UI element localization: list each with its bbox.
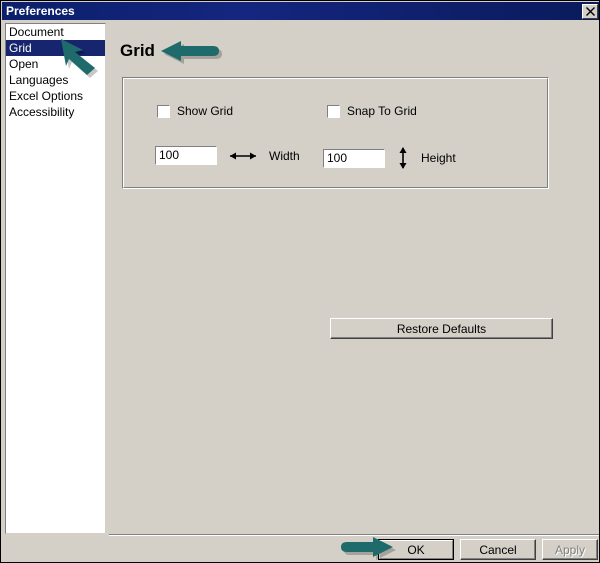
footer-divider bbox=[109, 534, 599, 536]
title-bar: Preferences bbox=[2, 2, 600, 20]
sidebar-item-accessibility[interactable]: Accessibility bbox=[6, 104, 105, 120]
category-list[interactable]: Document Grid Open Languages Excel Optio… bbox=[5, 23, 106, 534]
cancel-label: Cancel bbox=[479, 543, 516, 557]
close-button[interactable] bbox=[582, 4, 598, 19]
snap-to-grid-label: Snap To Grid bbox=[347, 104, 417, 118]
width-label: Width bbox=[269, 149, 300, 163]
width-input[interactable]: 100 bbox=[155, 146, 217, 165]
ok-button[interactable]: OK bbox=[378, 539, 454, 560]
grid-settings-group-bevel bbox=[123, 78, 548, 188]
apply-label: Apply bbox=[555, 543, 585, 557]
apply-button[interactable]: Apply bbox=[542, 539, 598, 560]
sidebar-item-languages[interactable]: Languages bbox=[6, 72, 105, 88]
window-title: Preferences bbox=[2, 4, 75, 18]
restore-defaults-label: Restore Defaults bbox=[397, 322, 486, 336]
show-grid-checkbox[interactable] bbox=[157, 105, 170, 118]
vertical-double-arrow-icon bbox=[397, 146, 409, 170]
restore-defaults-button[interactable]: Restore Defaults bbox=[330, 318, 553, 339]
sidebar-item-excel-options[interactable]: Excel Options bbox=[6, 88, 105, 104]
height-field-row: 100 Height bbox=[323, 146, 456, 170]
page-title: Grid bbox=[120, 41, 155, 61]
show-grid-checkbox-row[interactable]: Show Grid bbox=[157, 104, 233, 118]
content-pane: Grid Show Grid Snap To Grid 100 bbox=[108, 21, 599, 534]
ok-label: OK bbox=[407, 543, 424, 557]
close-x-icon bbox=[586, 7, 595, 16]
sidebar-item-open[interactable]: Open bbox=[6, 56, 105, 72]
horizontal-double-arrow-icon bbox=[229, 150, 257, 162]
show-grid-label: Show Grid bbox=[177, 104, 233, 118]
grid-settings-group: Show Grid Snap To Grid 100 Width bbox=[122, 77, 549, 189]
preferences-dialog: Preferences Document Grid Open Languages… bbox=[0, 0, 600, 563]
snap-to-grid-checkbox[interactable] bbox=[327, 105, 340, 118]
sidebar-item-document[interactable]: Document bbox=[6, 24, 105, 40]
sidebar-item-grid[interactable]: Grid bbox=[6, 40, 105, 56]
height-label: Height bbox=[421, 151, 456, 165]
height-input[interactable]: 100 bbox=[323, 149, 385, 168]
cancel-button[interactable]: Cancel bbox=[460, 539, 536, 560]
width-field-row: 100 Width bbox=[155, 146, 300, 165]
snap-to-grid-checkbox-row[interactable]: Snap To Grid bbox=[327, 104, 417, 118]
